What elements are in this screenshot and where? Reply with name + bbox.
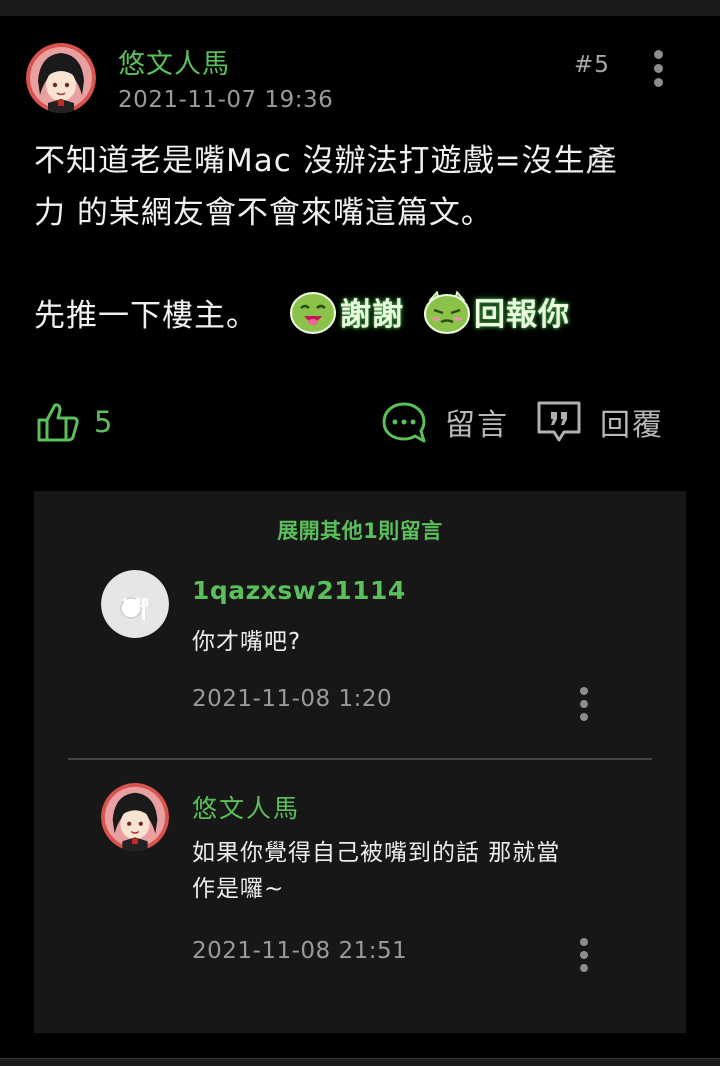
expand-more-comments-link[interactable]: 展開其他1則留言 <box>34 515 686 545</box>
reply-timestamp: 2021-11-08 1:20 <box>192 686 393 712</box>
sticker-payback: 回報你 <box>422 283 570 339</box>
kebab-dot <box>653 78 663 87</box>
post-timestamp: 2021-11-07 19:36 <box>118 87 334 113</box>
speech-bubble-icon <box>382 402 426 443</box>
kebab-dot <box>653 64 663 73</box>
post-body-line: 不知道老是嘴Mac 沒辦法打遊戲=沒生產 <box>34 143 618 179</box>
reply-author-avatar[interactable] <box>101 570 169 638</box>
kebab-dot <box>580 687 588 695</box>
smirk-face-icon <box>424 290 470 334</box>
kebab-dot <box>580 951 588 959</box>
reply-label: 回覆 <box>600 408 664 443</box>
replies-panel: 展開其他1則留言 1qazxsw21114 你才嘴吧? 2021-11-08 1… <box>34 491 686 1033</box>
like-count: 5 <box>94 405 113 439</box>
reply-divider <box>68 758 652 760</box>
post-author-avatar[interactable] <box>26 43 96 113</box>
kebab-dot <box>653 50 663 59</box>
kebab-dot <box>580 938 588 946</box>
floor-number: #5 <box>574 52 610 78</box>
post-body-line: 力 的某網友會不會來嘴這篇文。 <box>34 195 493 231</box>
post-author-name[interactable]: 悠文人馬 <box>118 42 230 81</box>
thumbs-up-icon <box>37 403 79 442</box>
reply-text-line: 如果你覺得自己被嘴到的話 那就當 <box>192 840 561 866</box>
reply-text-line: 作是囉~ <box>192 876 285 902</box>
kebab-dot <box>580 964 588 972</box>
post-more-icon[interactable] <box>648 50 668 87</box>
kebab-dot <box>580 713 588 721</box>
reply-button[interactable]: 回覆 <box>536 400 664 444</box>
comment-button[interactable]: 留言 <box>381 400 509 444</box>
grin-face-icon <box>290 292 336 334</box>
reply-author-name[interactable]: 1qazxsw21114 <box>192 576 406 605</box>
reply-author-avatar[interactable] <box>101 783 169 851</box>
comment-label: 留言 <box>445 408 509 443</box>
reply-text: 如果你覺得自己被嘴到的話 那就當 作是囉~ <box>192 835 602 907</box>
like-button[interactable]: 5 <box>36 400 112 444</box>
reply-more-icon[interactable] <box>574 938 594 972</box>
top-status-strip <box>0 0 720 16</box>
post-body: 不知道老是嘴Mac 沒辦法打遊戲=沒生產 力 的某網友會不會來嘴這篇文。 先推一… <box>34 135 694 334</box>
reply-timestamp: 2021-11-08 21:51 <box>192 938 408 964</box>
bottom-edge-strip <box>0 1058 720 1066</box>
post-body-line: 先推一下樓主。 <box>34 298 258 334</box>
sticker-payback-text: 回報你 <box>474 296 570 333</box>
kebab-dot <box>580 700 588 708</box>
sticker-thanks-text: 謝謝 <box>340 296 404 333</box>
reply-author-name[interactable]: 悠文人馬 <box>192 789 300 825</box>
sticker-thanks: 謝謝 <box>288 283 404 339</box>
quote-reply-icon <box>537 401 581 442</box>
reply-text: 你才嘴吧? <box>192 629 302 655</box>
reply-more-icon[interactable] <box>574 687 594 721</box>
